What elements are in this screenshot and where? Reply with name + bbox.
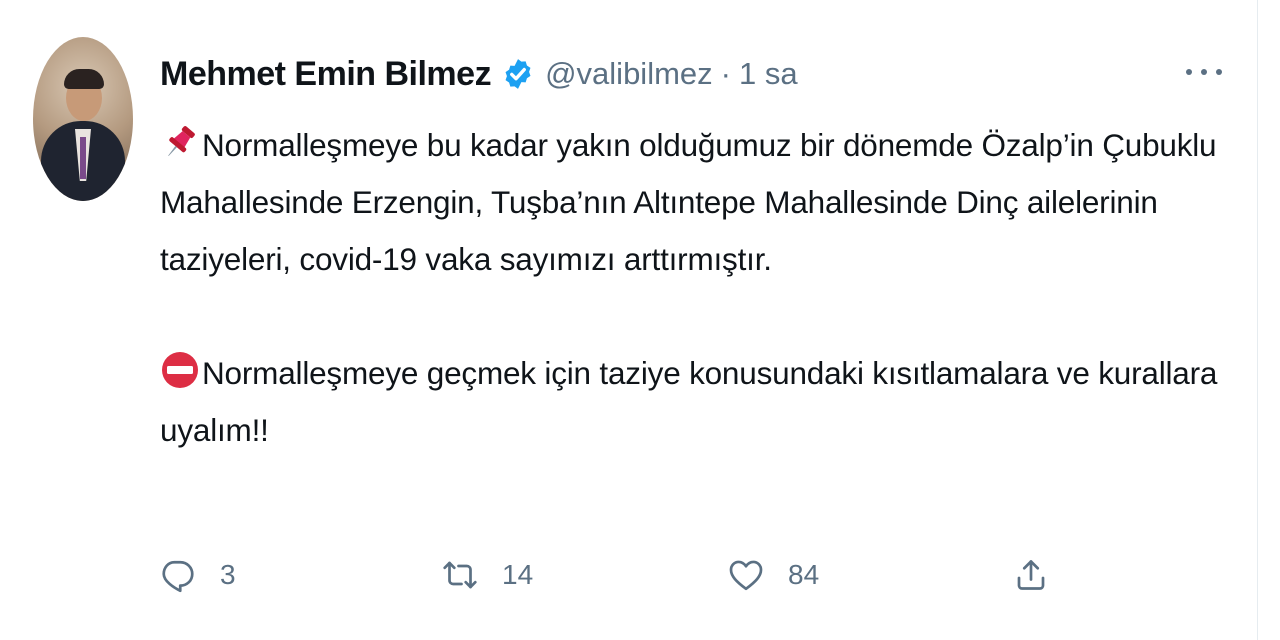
retweet-button[interactable]: 14 bbox=[442, 545, 533, 605]
more-dot bbox=[1186, 69, 1192, 75]
no-entry-emoji-icon bbox=[160, 350, 200, 390]
tweet-header: Mehmet Emin Bilmez @valibilmez · 1 sa bbox=[160, 50, 798, 98]
avatar-tie bbox=[80, 137, 86, 179]
tweet-timestamp[interactable]: 1 sa bbox=[739, 56, 798, 92]
avatar-hair bbox=[64, 69, 104, 89]
more-dot bbox=[1216, 69, 1222, 75]
more-options-icon[interactable] bbox=[1186, 62, 1222, 82]
tweet-actions: 3 14 84 bbox=[160, 545, 1060, 605]
avatar[interactable] bbox=[33, 37, 133, 201]
retweet-icon bbox=[443, 561, 477, 589]
share-button[interactable] bbox=[1013, 545, 1049, 605]
pushpin-emoji-icon bbox=[160, 122, 200, 162]
divider bbox=[1257, 0, 1258, 640]
more-dot bbox=[1201, 69, 1207, 75]
reply-icon bbox=[162, 560, 194, 593]
paragraph-text: Normalleşmeye geçmek için taziye konusun… bbox=[160, 355, 1218, 448]
retweet-count: 14 bbox=[502, 559, 534, 590]
share-icon bbox=[1017, 560, 1045, 590]
author-name[interactable]: Mehmet Emin Bilmez bbox=[160, 55, 492, 94]
author-handle[interactable]: @valibilmez bbox=[545, 56, 713, 92]
like-button[interactable]: 84 bbox=[728, 545, 819, 605]
heart-icon bbox=[729, 560, 763, 591]
reply-count: 3 bbox=[220, 559, 236, 590]
tweet-paragraph: Normalleşmeye geçmek için taziye konusun… bbox=[160, 345, 1240, 459]
tweet-paragraph: Normalleşmeye bu kadar yakın olduğumuz b… bbox=[160, 117, 1240, 288]
tweet-card: Mehmet Emin Bilmez @valibilmez · 1 sa No… bbox=[0, 0, 1280, 640]
tweet-text: Normalleşmeye bu kadar yakın olduğumuz b… bbox=[160, 117, 1240, 459]
header-separator: · bbox=[720, 56, 731, 91]
paragraph-text: Normalleşmeye bu kadar yakın olduğumuz b… bbox=[160, 127, 1217, 277]
verified-badge-icon bbox=[501, 57, 535, 91]
like-count: 84 bbox=[788, 559, 820, 590]
reply-button[interactable]: 3 bbox=[160, 545, 236, 605]
